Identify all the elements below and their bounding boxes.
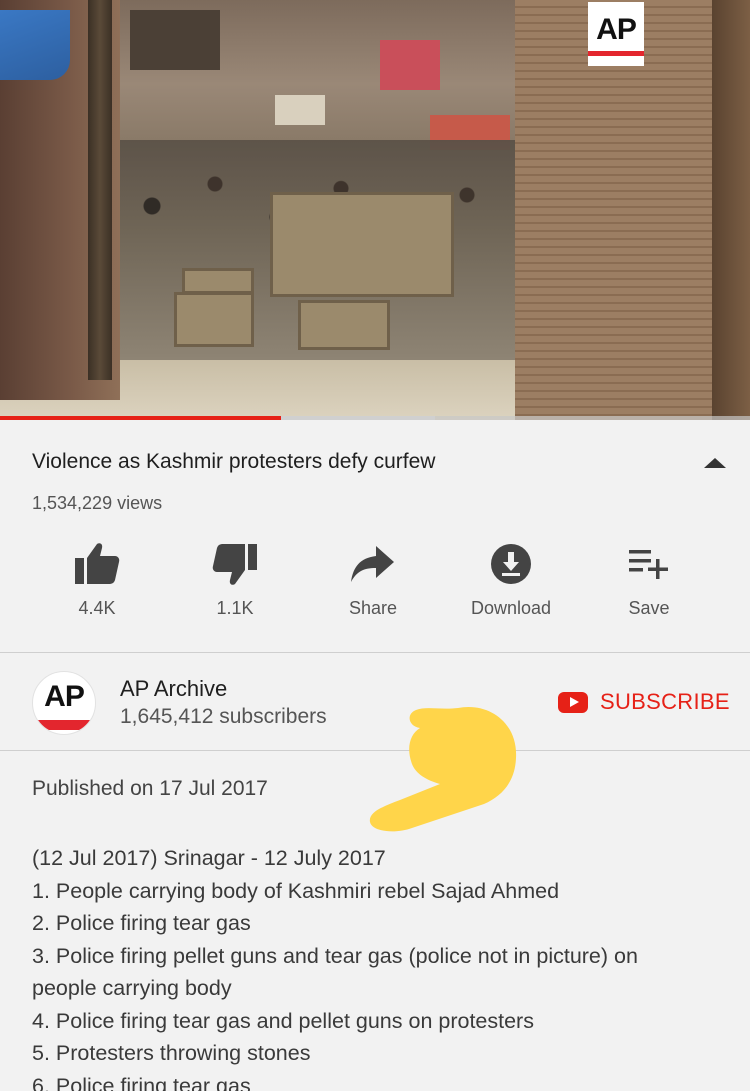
share-button[interactable]: Share: [304, 540, 442, 624]
channel-name[interactable]: AP Archive: [120, 676, 227, 702]
progress-played: [0, 416, 282, 420]
dislike-count: 1.1K: [216, 598, 254, 618]
youtube-logo-icon: [558, 691, 588, 713]
description-line: 5. Protesters throwing stones: [32, 1041, 311, 1065]
divider: [0, 652, 750, 653]
description-line: people carrying body: [32, 976, 232, 1000]
video-scene-sign: [380, 40, 440, 90]
avatar-logo-bar: [33, 720, 95, 730]
video-progress-bar[interactable]: [0, 416, 750, 420]
channel-avatar[interactable]: AP: [32, 671, 96, 735]
video-scene-window: [130, 10, 220, 70]
description-line: 1. People carrying body of Kashmiri rebe…: [32, 878, 560, 903]
avatar-logo-text: AP: [44, 680, 85, 713]
view-count: 1,534,229 views: [32, 493, 163, 513]
thumbs-up-icon: [75, 543, 120, 584]
pointing-hand-emoji-icon: [369, 706, 517, 832]
video-scene-shutter-edge: [712, 0, 750, 420]
like-button[interactable]: 4.4K: [28, 540, 166, 624]
action-bar: 4.4K 1.1K Share Download Save: [28, 540, 718, 624]
dislike-button[interactable]: 1.1K: [166, 540, 304, 624]
watermark-bar: [588, 50, 644, 56]
video-scene-cart: [298, 300, 390, 350]
published-date: Published on 17 Jul 2017: [32, 777, 268, 800]
video-scene-sign: [275, 95, 325, 125]
video-description: (12 Jul 2017) Srinagar - 12 July 2017 1.…: [32, 842, 722, 1091]
download-label: Download: [470, 598, 552, 618]
save-label: Save: [628, 598, 670, 618]
playlist-add-icon: [629, 550, 668, 579]
watermark-text: AP: [596, 12, 637, 46]
description-line: 2. Police firing tear gas: [32, 911, 251, 935]
description-line: 3. Police firing pellet guns and tear ga…: [32, 943, 638, 968]
video-title[interactable]: Violence as Kashmir protesters defy curf…: [32, 450, 435, 474]
like-count: 4.4K: [78, 598, 116, 618]
download-button[interactable]: Download: [442, 540, 580, 624]
subscribe-button[interactable]: SUBSCRIBE: [558, 689, 730, 715]
video-scene-cart: [270, 192, 454, 297]
video-player[interactable]: AP: [0, 0, 750, 420]
subscribe-label: SUBSCRIBE: [600, 689, 730, 714]
video-scene-awning: [0, 10, 70, 80]
thumbs-down-icon: [212, 544, 257, 585]
description-line: 4. Police firing tear gas and pellet gun…: [32, 1008, 534, 1033]
share-arrow-icon: [351, 546, 394, 582]
download-icon: [491, 544, 531, 584]
collapse-description-icon[interactable]: [704, 458, 726, 468]
share-label: Share: [348, 598, 398, 618]
video-scene-pole: [88, 0, 112, 380]
video-scene-cart: [182, 268, 254, 294]
save-button[interactable]: Save: [580, 540, 718, 624]
subscriber-count: 1,645,412 subscribers: [120, 705, 327, 728]
ap-watermark-logo: AP: [588, 2, 644, 66]
description-line: 6. Police firing tear gas: [32, 1073, 251, 1091]
video-scene-cart: [174, 292, 254, 347]
